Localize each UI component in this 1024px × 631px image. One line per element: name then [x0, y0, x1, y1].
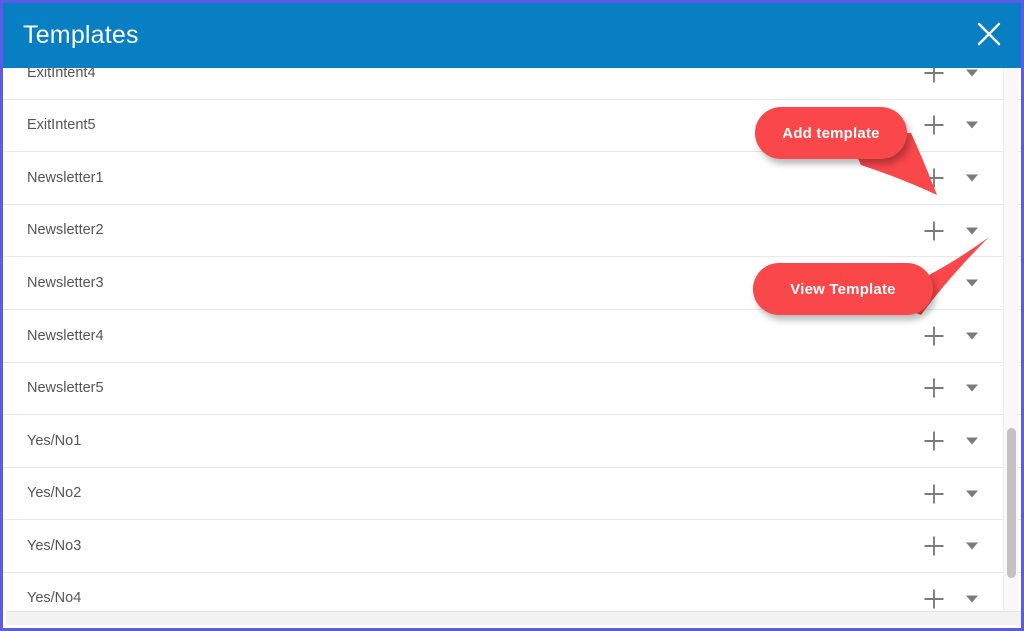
template-name: Yes/No2	[27, 485, 82, 502]
callout-label-add-template: Add template	[782, 124, 880, 142]
chevron-down-icon[interactable]	[961, 377, 983, 399]
callout-bubble-view-template[interactable]: View Template	[753, 263, 933, 315]
table-row[interactable]: Newsletter2	[3, 204, 1021, 258]
chevron-down-icon[interactable]	[961, 167, 983, 189]
row-actions	[921, 165, 983, 191]
template-name: Newsletter2	[27, 222, 104, 239]
row-actions	[921, 533, 983, 559]
chevron-down-icon[interactable]	[961, 272, 983, 294]
callout-label-view-template: View Template	[790, 280, 896, 298]
vertical-scrollbar-thumb[interactable]	[1007, 428, 1016, 578]
chevron-down-icon[interactable]	[961, 114, 983, 136]
template-name: Yes/No1	[27, 432, 82, 449]
plus-icon[interactable]	[921, 533, 947, 559]
table-row[interactable]: Newsletter5	[3, 362, 1021, 416]
close-icon	[976, 21, 1002, 47]
row-actions	[921, 428, 983, 454]
table-row[interactable]: Yes/No3	[3, 520, 1021, 573]
chevron-down-icon[interactable]	[961, 220, 983, 242]
template-name: Yes/No4	[27, 590, 82, 607]
table-row[interactable]: Newsletter1	[3, 152, 1021, 205]
templates-modal: ExitIntent4 ExitIntent5 Newsletter1 Newslet…	[0, 0, 1024, 631]
plus-icon[interactable]	[921, 586, 947, 612]
plus-icon[interactable]	[921, 323, 947, 349]
row-actions	[921, 481, 983, 507]
vertical-scrollbar[interactable]	[1003, 65, 1018, 617]
chevron-down-icon[interactable]	[961, 430, 983, 452]
template-name: Newsletter1	[27, 169, 104, 186]
row-actions	[921, 375, 983, 401]
row-actions	[921, 112, 983, 138]
plus-icon[interactable]	[921, 218, 947, 244]
table-row[interactable]: Newsletter4	[3, 309, 1021, 363]
callout-bubble-add-template[interactable]: Add template	[755, 107, 907, 159]
modal-header: Templates	[3, 3, 1021, 68]
page-title: Templates	[23, 21, 139, 49]
row-actions	[921, 323, 983, 349]
table-row[interactable]: Yes/No1	[3, 415, 1021, 468]
plus-icon[interactable]	[921, 481, 947, 507]
row-actions	[921, 218, 983, 244]
close-button[interactable]	[967, 12, 1011, 56]
horizontal-scrollbar[interactable]	[6, 611, 1021, 625]
plus-icon[interactable]	[921, 112, 947, 138]
template-name: Newsletter4	[27, 327, 104, 344]
plus-icon[interactable]	[921, 375, 947, 401]
template-name: Newsletter5	[27, 380, 104, 397]
plus-icon[interactable]	[921, 165, 947, 191]
table-row[interactable]: Yes/No2	[3, 467, 1021, 521]
row-actions	[921, 586, 983, 612]
chevron-down-icon[interactable]	[961, 535, 983, 557]
template-name: Yes/No3	[27, 537, 82, 554]
chevron-down-icon[interactable]	[961, 588, 983, 610]
plus-icon[interactable]	[921, 428, 947, 454]
chevron-down-icon[interactable]	[961, 325, 983, 347]
chevron-down-icon[interactable]	[961, 483, 983, 505]
